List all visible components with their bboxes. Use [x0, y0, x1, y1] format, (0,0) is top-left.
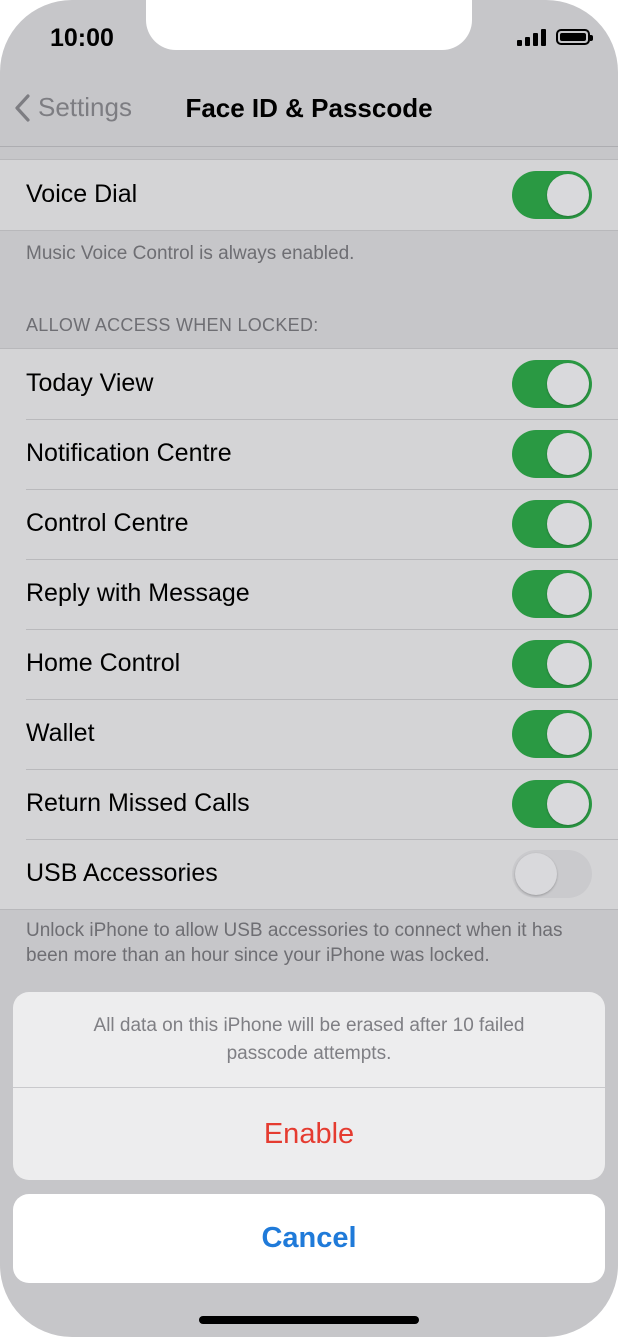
status-icons	[517, 28, 593, 46]
navigation-bar: Settings Face ID & Passcode	[0, 72, 618, 147]
home-indicator[interactable]	[199, 1316, 419, 1324]
voice-dial-group: Voice Dial	[0, 159, 618, 231]
row-label: Today View	[26, 369, 154, 397]
section-header-lock-access: ALLOW ACCESS WHEN LOCKED:	[26, 315, 319, 335]
row-label: Wallet	[26, 719, 95, 747]
row-label: Home Control	[26, 649, 181, 677]
row-label: Notification Centre	[26, 439, 232, 467]
status-time: 10:00	[50, 24, 114, 52]
cancel-button[interactable]: Cancel	[13, 1194, 605, 1283]
toggle-knob	[547, 713, 589, 755]
row-return-missed-calls[interactable]: Return Missed Calls	[0, 769, 618, 839]
toggle-knob	[547, 573, 589, 615]
notification-centre-toggle[interactable]	[512, 430, 592, 478]
row-wallet[interactable]: Wallet	[0, 699, 618, 769]
row-label: Return Missed Calls	[26, 789, 250, 817]
row-label: Control Centre	[26, 509, 189, 537]
row-control-centre[interactable]: Control Centre	[0, 489, 618, 559]
wallet-toggle[interactable]	[512, 710, 592, 758]
row-home-control[interactable]: Home Control	[0, 629, 618, 699]
return-missed-calls-toggle[interactable]	[512, 780, 592, 828]
voice-dial-toggle[interactable]	[512, 171, 592, 219]
row-usb-accessories[interactable]: USB Accessories	[0, 839, 618, 909]
row-label: USB Accessories	[26, 859, 218, 887]
action-sheet: All data on this iPhone will be erased a…	[13, 992, 605, 1180]
home-control-toggle[interactable]	[512, 640, 592, 688]
toggle-knob	[547, 433, 589, 475]
lock-access-group: Today View Notification Centre Control C…	[0, 348, 618, 910]
row-label: Reply with Message	[26, 579, 250, 607]
page-title: Face ID & Passcode	[185, 93, 433, 123]
voice-dial-footer: Music Voice Control is always enabled.	[26, 243, 355, 264]
toggle-knob	[547, 363, 589, 405]
toggle-knob	[515, 853, 557, 895]
row-today-view[interactable]: Today View	[0, 349, 618, 419]
toggle-knob	[547, 783, 589, 825]
phone-screen: 10:00 Settings Face ID & Passcode Voice …	[0, 0, 618, 1337]
notch	[146, 0, 472, 50]
toggle-knob	[547, 174, 589, 216]
action-sheet-message: All data on this iPhone will be erased a…	[13, 992, 605, 1088]
toggle-knob	[547, 503, 589, 545]
control-centre-toggle[interactable]	[512, 500, 592, 548]
today-view-toggle[interactable]	[512, 360, 592, 408]
toggle-knob	[547, 643, 589, 685]
enable-button[interactable]: Enable	[13, 1088, 605, 1180]
row-voice-dial[interactable]: Voice Dial	[0, 160, 618, 230]
row-reply-with-message[interactable]: Reply with Message	[0, 559, 618, 629]
row-notification-centre[interactable]: Notification Centre	[0, 419, 618, 489]
usb-accessories-footer: Unlock iPhone to allow USB accessories t…	[26, 920, 563, 966]
row-label: Voice Dial	[26, 180, 138, 208]
signal-icon	[517, 28, 546, 46]
reply-with-message-toggle[interactable]	[512, 570, 592, 618]
usb-accessories-toggle[interactable]	[512, 850, 592, 898]
battery-icon	[556, 29, 593, 45]
